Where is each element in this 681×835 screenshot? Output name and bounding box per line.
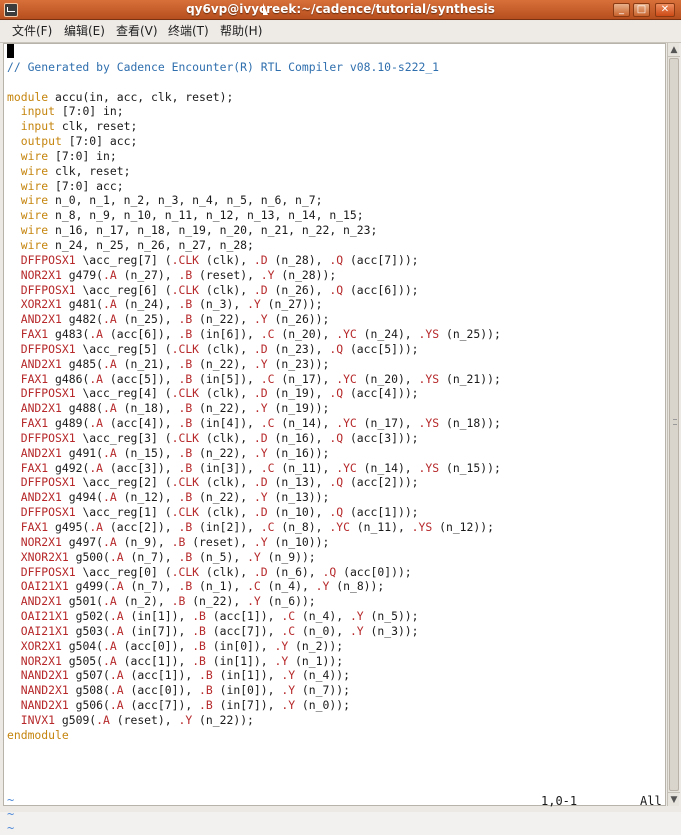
menu-file[interactable]: 文件(F) <box>12 24 52 39</box>
grip-icon <box>673 419 677 425</box>
code-line: FAX1 g486(.A (acc[5]), .B (in[5]), .C (n… <box>20 371 501 386</box>
cursor-position: 1,0-1 <box>541 794 578 808</box>
code-line: OAI21X1 g502(.A (in[1]), .B (acc[1]), .C… <box>20 609 419 624</box>
tilde-marker: ~ <box>7 821 15 835</box>
code-line: // Generated by Cadence Encounter(R) RTL… <box>7 59 440 74</box>
code-line: wire n_16, n_17, n_18, n_19, n_20, n_21,… <box>20 223 378 238</box>
code-line: input clk, reset; <box>20 119 138 134</box>
menu-help[interactable]: 帮助(H) <box>220 24 262 39</box>
code-line: XOR2X1 g481(.A (n_24), .B (n_3), .Y (n_2… <box>20 297 323 312</box>
code-line: AND2X1 g488(.A (n_18), .B (n_22), .Y (n_… <box>20 401 330 416</box>
code-line: FAX1 g495(.A (acc[2]), .B (in[2]), .C (n… <box>20 520 494 534</box>
menu-terminal[interactable]: 终端(T) <box>168 24 209 39</box>
code-line: input [7:0] in; <box>20 104 124 119</box>
cursor-line <box>7 44 501 60</box>
code-line: NAND2X1 g507(.A (acc[1]), .B (in[1]), .Y… <box>20 668 350 683</box>
code-line: wire [7:0] in; <box>20 148 117 163</box>
scrollbar-thumb[interactable] <box>669 58 679 791</box>
code-line: OAI21X1 g503(.A (in[7]), .B (acc[7]), .C… <box>20 623 419 638</box>
terminal-window: qy6vp@ivycreek:~/cadence/tutorial/synthe… <box>0 0 681 835</box>
code-line: XNOR2X1 g500(.A (n_7), .B (n_5), .Y (n_9… <box>20 549 316 564</box>
menu-edit[interactable]: 编辑(E) <box>64 24 105 39</box>
scroll-down-arrow-icon[interactable]: ▼ <box>668 792 680 806</box>
code-line: wire n_24, n_25, n_26, n_27, n_28; <box>20 237 254 252</box>
code-line: module accu(in, acc, clk, reset); <box>7 89 234 104</box>
title-bar[interactable]: qy6vp@ivycreek:~/cadence/tutorial/synthe… <box>0 0 681 20</box>
code-line: NOR2X1 g497(.A (n_9), .B (reset), .Y (n_… <box>20 534 330 549</box>
code-line: DFFPOSX1 \acc_reg[3] (.CLK (clk), .D (n_… <box>20 430 419 445</box>
maximize-button[interactable]: □ <box>633 3 650 17</box>
code-line: AND2X1 g482(.A (n_25), .B (n_22), .Y (n_… <box>20 312 330 327</box>
code-line: wire n_0, n_1, n_2, n_3, n_4, n_5, n_6, … <box>20 193 323 208</box>
code-line: NOR2X1 g505(.A (acc[1]), .B (in[1]), .Y … <box>20 653 344 668</box>
code-line: FAX1 g492(.A (acc[3]), .B (in[3]), .C (n… <box>20 460 501 475</box>
code-line: wire clk, reset; <box>20 163 131 178</box>
code-line: NOR2X1 g479(.A (n_27), .B (reset), .Y (n… <box>20 267 337 282</box>
close-button[interactable]: ✕ <box>655 3 675 17</box>
code-line: output [7:0] acc; <box>20 134 138 149</box>
code-line: DFFPOSX1 \acc_reg[0] (.CLK (clk), .D (n_… <box>20 564 412 579</box>
terminal-text-area[interactable]: // Generated by Cadence Encounter(R) RTL… <box>3 43 667 835</box>
code-line: DFFPOSX1 \acc_reg[6] (.CLK (clk), .D (n_… <box>20 282 419 297</box>
code-line: NAND2X1 g506(.A (acc[7]), .B (in[7]), .Y… <box>20 698 350 713</box>
scroll-percent: All <box>640 794 662 808</box>
code-line: DFFPOSX1 \acc_reg[1] (.CLK (clk), .D (n_… <box>20 505 419 520</box>
code-line: DFFPOSX1 \acc_reg[7] (.CLK (clk), .D (n_… <box>20 252 419 267</box>
code-line: FAX1 g489(.A (acc[4]), .B (in[4]), .C (n… <box>20 416 501 431</box>
code-line: OAI21X1 g499(.A (n_7), .B (n_1), .C (n_4… <box>20 579 385 594</box>
code-line: AND2X1 g485(.A (n_21), .B (n_22), .Y (n_… <box>20 356 330 371</box>
text-cursor <box>7 44 14 58</box>
minimize-button[interactable]: _ <box>613 3 630 17</box>
code-line: endmodule <box>7 727 69 742</box>
code-line: XOR2X1 g504(.A (acc[0]), .B (in[0]), .Y … <box>20 638 344 653</box>
code-line: AND2X1 g501(.A (n_2), .B (n_22), .Y (n_6… <box>20 594 316 609</box>
code-line: DFFPOSX1 \acc_reg[2] (.CLK (clk), .D (n_… <box>20 475 419 490</box>
window-title: qy6vp@ivycreek:~/cadence/tutorial/synthe… <box>186 2 495 16</box>
vertical-scrollbar[interactable]: ▲ ▼ <box>667 43 680 806</box>
resize-grip[interactable] <box>667 806 679 812</box>
scroll-up-arrow-icon[interactable]: ▲ <box>668 43 680 57</box>
code-line: AND2X1 g491(.A (n_15), .B (n_22), .Y (n_… <box>20 445 330 460</box>
tilde-marker: ~ <box>7 807 15 821</box>
code-line: FAX1 g483(.A (acc[6]), .B (in[6]), .C (n… <box>20 327 501 342</box>
menu-view[interactable]: 查看(V) <box>116 24 158 39</box>
code-line: wire [7:0] acc; <box>20 178 124 193</box>
code-line: AND2X1 g494(.A (n_12), .B (n_22), .Y (n_… <box>20 490 330 505</box>
code-line: INVX1 g509(.A (reset), .Y (n_22)); <box>20 712 254 727</box>
mouse-pointer-icon <box>263 3 268 15</box>
code-line: wire n_8, n_9, n_10, n_11, n_12, n_13, n… <box>20 208 364 223</box>
code-line: NAND2X1 g508(.A (acc[0]), .B (in[0]), .Y… <box>20 683 350 698</box>
menu-bar: 文件(F) 编辑(E) 查看(V) 终端(T) 帮助(H) <box>0 21 681 43</box>
code-line: DFFPOSX1 \acc_reg[5] (.CLK (clk), .D (n_… <box>20 341 419 356</box>
vim-status-line: 1,0-1 All <box>4 792 667 808</box>
code-block: // Generated by Cadence Encounter(R) RTL… <box>7 44 501 743</box>
code-line: DFFPOSX1 \acc_reg[4] (.CLK (clk), .D (n_… <box>20 386 419 401</box>
